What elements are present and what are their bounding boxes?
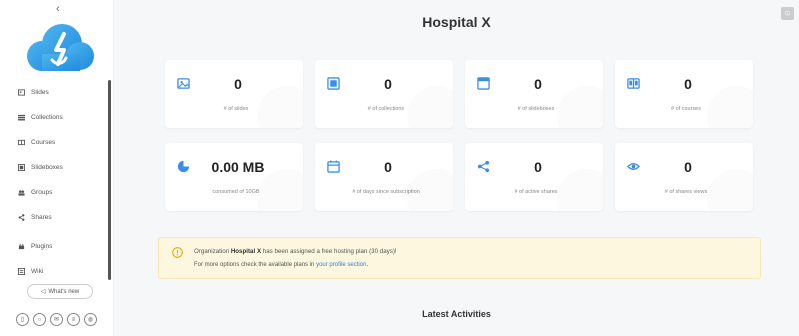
stat-card-shares-views: 0 # of shares views [615,143,753,211]
courses-icon [18,139,25,146]
stat-value: 0 [384,76,392,92]
stat-value: 0 [684,159,692,175]
hosting-plan-alert: Organization Hospital X has been assigne… [158,237,761,279]
whats-new-button[interactable]: ◁ What's new [27,284,93,299]
sidebar-item-label: Plugins [31,243,53,250]
sidebar-scrollbar[interactable] [108,80,111,280]
sidebar: ‹ Slides Collections Courses Slideboxes … [0,0,114,336]
latest-activities-title: Latest Activities [422,309,491,319]
stat-label: consumed of 10GB [212,189,260,195]
alert-line-2: For more options check the available pla… [194,262,368,268]
sidebar-item-slides[interactable]: Slides [18,80,108,105]
stat-label: # of courses [671,106,701,112]
whats-new-label: What's new [48,288,80,295]
collapse-sidebar-icon[interactable]: ‹ [56,3,60,15]
stat-value: 0 [384,159,392,175]
settings-icon[interactable]: ◍ [84,313,97,326]
stat-card-courses: 0 # of courses [615,60,753,128]
stat-label: # of shares views [664,189,708,195]
sidebar-item-label: Slides [31,89,49,96]
sidebar-item-label: Wiki [31,268,44,275]
warning-icon [172,247,183,258]
megaphone-icon: ◁ [40,289,46,295]
stat-label: # of collections [367,106,405,112]
stat-value: 0 [534,76,542,92]
sidebar-item-wiki[interactable]: Wiki [18,259,108,284]
stat-value: 0 [234,76,242,92]
stat-card-collections: 0 # of collections [315,60,453,128]
slides-icon [18,89,25,96]
list-icon[interactable]: ≡ [67,313,80,326]
stat-card-slideboxes: 0 # of slideboxes [465,60,603,128]
alert-text: For more options check the available pla… [194,262,317,268]
mail-icon[interactable]: ✉ [50,313,63,326]
sidebar-item-label: Collections [31,114,63,121]
stat-card-days: 0 # of days since subscription [315,143,453,211]
stat-value: 0.00 MB [211,159,265,175]
logo [27,24,94,71]
help-icon[interactable]: ○ [33,313,46,326]
alert-org-name: Hospital X [230,248,262,255]
shares-icon [18,214,25,221]
user-menu-button[interactable]: ⊡ [781,7,794,20]
sidebar-nav: Slides Collections Courses Slideboxes Gr… [18,80,108,284]
stat-card-storage: 0.00 MB consumed of 10GB [165,143,303,211]
sidebar-item-collections[interactable]: Collections [18,105,108,130]
slideboxes-icon [18,164,25,171]
sidebar-item-label: Slideboxes [31,164,63,171]
sidebar-item-plugins[interactable]: Plugins [18,234,108,259]
plugins-icon [18,243,25,250]
stat-value: 0 [534,159,542,175]
alert-text: has been assigned a free hosting plan (3… [261,248,397,255]
profile-section-link[interactable]: your profile section [316,262,366,268]
alert-text: . [366,262,369,268]
alert-text: Organization [194,248,231,255]
sidebar-item-slideboxes[interactable]: Slideboxes [18,155,108,180]
sidebar-item-label: Groups [31,189,53,196]
stat-value: 0 [684,76,692,92]
page-title: Hospital X [422,14,491,30]
sidebar-item-label: Courses [31,139,56,146]
sidebar-item-groups[interactable]: Groups [18,180,108,205]
stat-label: # of active shares [514,189,558,195]
stat-card-slides: 0 # of slides [165,60,303,128]
sidebar-item-courses[interactable]: Courses [18,130,108,155]
groups-icon [18,190,25,196]
stat-label: # of slideboxes [517,106,555,112]
sidebar-item-label: Shares [31,214,52,221]
stat-label: # of days since subscription [352,189,420,195]
wiki-icon [18,268,25,275]
document-icon[interactable]: ▯ [16,313,29,326]
collections-icon [18,114,25,121]
footer-icons: ▯ ○ ✉ ≡ ◍ [16,313,97,326]
stat-card-active-shares: 0 # of active shares [465,143,603,211]
stat-label: # of slides [223,106,249,112]
sidebar-item-shares[interactable]: Shares [18,205,108,230]
alert-line-1: Organization Hospital X has been assigne… [194,248,397,255]
